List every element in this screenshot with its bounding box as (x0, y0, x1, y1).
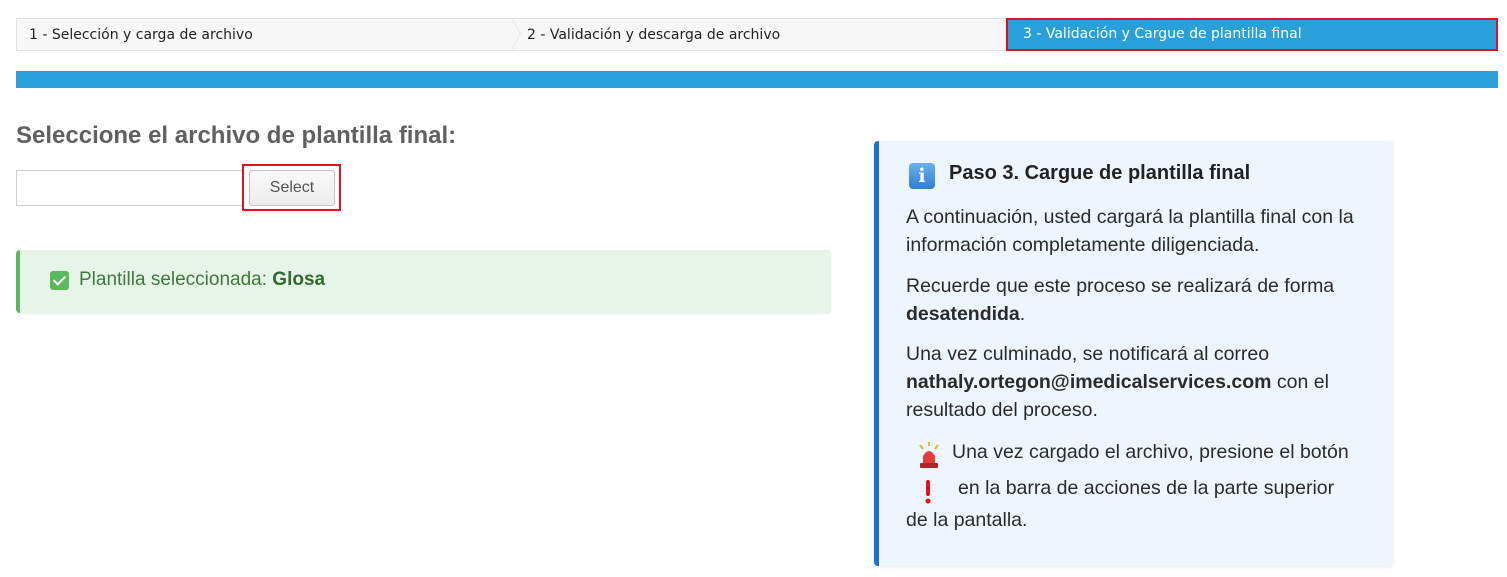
step-arrow-fill (512, 19, 520, 49)
instruction-line-2-text: en la barra de acciones de la parte supe… (958, 477, 1335, 499)
page-title: Seleccione el archivo de plantilla final… (16, 122, 457, 149)
step-2-label: 2 - Validación y descarga de archivo (527, 27, 781, 43)
siren-icon (919, 442, 939, 468)
selected-template-prefix: Plantilla seleccionada: (79, 269, 273, 290)
step-2[interactable]: 2 - Validación y descarga de archivo (512, 18, 1008, 51)
selected-template-text: Plantilla seleccionada: Glosa (79, 269, 325, 291)
info-paragraph-3: Una vez culminado, se notificará al corr… (906, 340, 1376, 424)
info-p3-prefix: Una vez culminado, se notificará al corr… (906, 343, 1270, 365)
wizard-steps: 1 - Selección y carga de archivo 2 - Val… (16, 18, 1498, 51)
instruction-line-3-text: de la pantalla. (906, 509, 1028, 531)
exclamation-icon (925, 480, 931, 504)
info-panel: i Paso 3. Cargue de plantilla final A co… (874, 141, 1393, 566)
step-1[interactable]: 1 - Selección y carga de archivo (16, 18, 512, 51)
notification-email: nathaly.ortegon@imedicalservices.com (906, 371, 1272, 393)
instruction-line-1-text: Una vez cargado el archivo, presione el … (952, 441, 1349, 463)
info-p2-suffix: . (1019, 303, 1026, 325)
info-paragraph-1: A continuación, usted cargará la plantil… (906, 206, 1354, 256)
info-paragraph-2: Recuerde que este proceso se realizará d… (906, 272, 1376, 328)
select-file-button[interactable]: Select (249, 170, 335, 206)
info-p2-bold: desatendida (906, 303, 1020, 325)
selected-template-value: Glosa (272, 269, 326, 290)
selected-template-alert: Plantilla seleccionada: Glosa (16, 250, 831, 313)
info-p2-prefix: Recuerde que este proceso se realizará d… (906, 275, 1335, 297)
info-icon: i (909, 163, 935, 189)
step-3-active[interactable]: 3 - Validación y Cargue de plantilla fin… (1006, 18, 1498, 51)
step-3-label: 3 - Validación y Cargue de plantilla fin… (1023, 26, 1302, 42)
step-1-label: 1 - Selección y carga de archivo (29, 27, 253, 43)
check-square-icon (50, 271, 69, 290)
progress-bar (16, 71, 1498, 88)
info-title: Paso 3. Cargue de plantilla final (949, 162, 1251, 184)
file-path-input[interactable] (16, 170, 242, 206)
instruction-line-3: de la pantalla. (906, 509, 1386, 532)
